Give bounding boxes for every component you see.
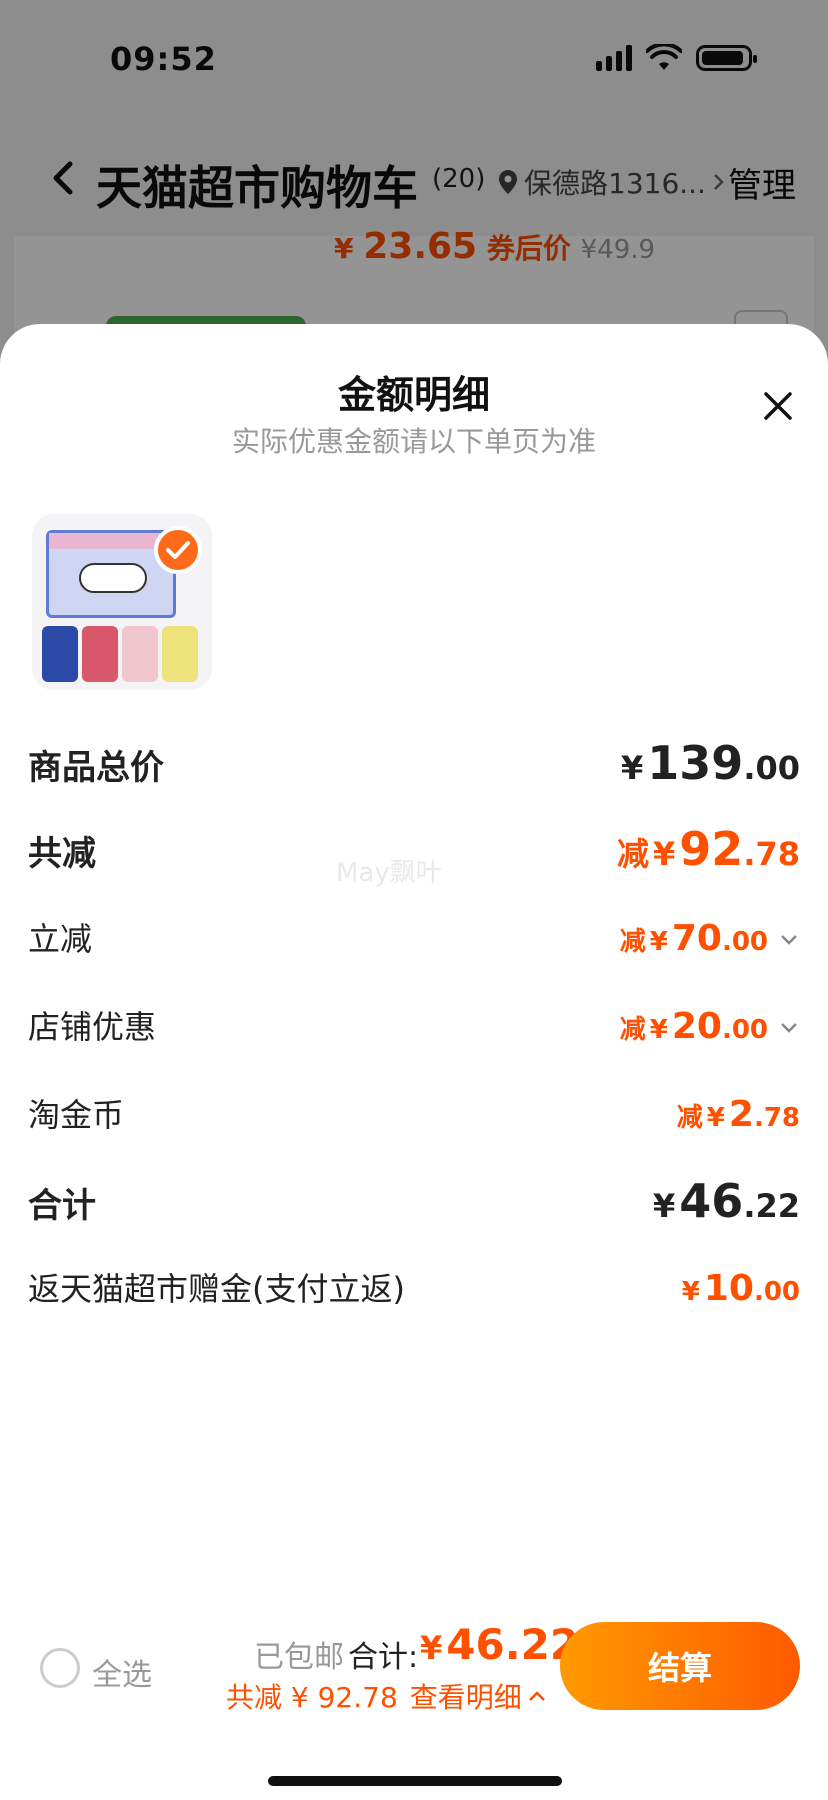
discount-text: 共减 ¥ 92.78 (226, 1681, 398, 1714)
row-store-discount[interactable]: 店铺优惠 减 ¥ 20 .00 (28, 1002, 800, 1048)
row-value: 减 ¥ 70 .00 (620, 918, 800, 959)
chevron-down-icon[interactable] (778, 1016, 800, 1038)
row-label: 合计 (28, 1186, 96, 1226)
row-cashback: 返天猫超市赠金(支付立返) ¥ 10 .00 (28, 1264, 800, 1310)
check-icon (166, 541, 190, 559)
view-detail-button[interactable]: 查看明细 (410, 1676, 546, 1716)
total-value: ¥ 46.22 (420, 1620, 579, 1669)
value-prefix: 减 (619, 1015, 646, 1045)
total-yen: ¥ (420, 1629, 443, 1667)
value-int: 20 (671, 1006, 722, 1047)
product-cans-image (42, 626, 198, 682)
row-grand-total: 合计 ¥ 46 .22 (28, 1174, 800, 1228)
value-yen: ¥ (649, 1015, 668, 1045)
select-all-radio[interactable] (40, 1648, 80, 1688)
row-instant-discount[interactable]: 立减 减 ¥ 70 .00 (28, 914, 800, 960)
discount-summary: 共减 ¥ 92.78 查看明细 (226, 1676, 546, 1716)
total-label: 合计: (348, 1640, 419, 1675)
sheet-subtitle: 实际优惠金额请以下单页为准 (231, 425, 596, 458)
row-taojin-coins: 淘金币 减 ¥ 2 .78 (28, 1090, 800, 1136)
value-prefix: 减 (619, 927, 646, 957)
selected-check-badge (154, 526, 202, 574)
row-value: ¥ 10 .00 (682, 1268, 800, 1309)
value-yen: ¥ (681, 1277, 700, 1307)
value-int: 139 (647, 736, 744, 790)
checkout-button[interactable]: 结算 (560, 1622, 800, 1710)
value-dec: .00 (743, 749, 800, 787)
home-indicator[interactable] (268, 1776, 562, 1786)
value-yen: ¥ (621, 749, 644, 787)
row-label: 店铺优惠 (28, 1008, 157, 1046)
value-dec: .00 (721, 927, 768, 957)
row-value: 减 ¥ 92 .78 (617, 822, 800, 876)
amount-detail-sheet: 金额明细 实际优惠金额请以下单页为准 May飘叶 商品总价 ¥ 139 .00 … (0, 324, 828, 1800)
select-all-label[interactable]: 全选 (92, 1650, 152, 1694)
value-dec: .78 (753, 1103, 800, 1133)
value-yen: ¥ (653, 1187, 676, 1225)
checkout-bar: 全选 已包邮 合计: ¥ 46.22 共减 ¥ 92.78 查看明细 结算 (0, 1600, 828, 1740)
row-value: 减 ¥ 2 .78 (677, 1094, 800, 1135)
value-yen: ¥ (649, 927, 668, 957)
value-dec: .78 (743, 835, 800, 873)
row-label: 淘金币 (28, 1096, 125, 1134)
value-int: 10 (703, 1268, 754, 1309)
row-label: 商品总价 (28, 748, 164, 788)
row-label: 返天猫超市赠金(支付立返) (28, 1270, 405, 1308)
value-prefix: 减 (617, 835, 650, 873)
row-value: 减 ¥ 20 .00 (620, 1006, 800, 1047)
value-prefix: 减 (676, 1103, 703, 1133)
row-value: ¥ 46 .22 (653, 1174, 800, 1228)
row-label: 共减 (28, 834, 96, 874)
value-int: 46 (679, 1174, 744, 1228)
close-icon[interactable] (758, 386, 798, 426)
value-int: 92 (679, 822, 744, 876)
value-int: 70 (671, 918, 722, 959)
value-dec: .00 (721, 1015, 768, 1045)
row-value: ¥ 139 .00 (621, 736, 800, 790)
value-dec: .00 (753, 1277, 800, 1307)
row-label: 立减 (28, 920, 93, 958)
row-total-discount: 共减 减 ¥ 92 .78 (28, 822, 800, 876)
value-int: 2 (728, 1094, 754, 1135)
sheet-title: 金额明细 (337, 373, 490, 417)
row-subtotal: 商品总价 ¥ 139 .00 (28, 736, 800, 790)
value-dec: .22 (743, 1187, 800, 1225)
chevron-up-icon (528, 1691, 545, 1701)
value-yen: ¥ (653, 835, 676, 873)
chevron-down-icon[interactable] (778, 928, 800, 950)
value-yen: ¥ (706, 1103, 725, 1133)
free-shipping-label: 已包邮 (254, 1640, 344, 1675)
view-detail-label: 查看明细 (409, 1681, 522, 1714)
